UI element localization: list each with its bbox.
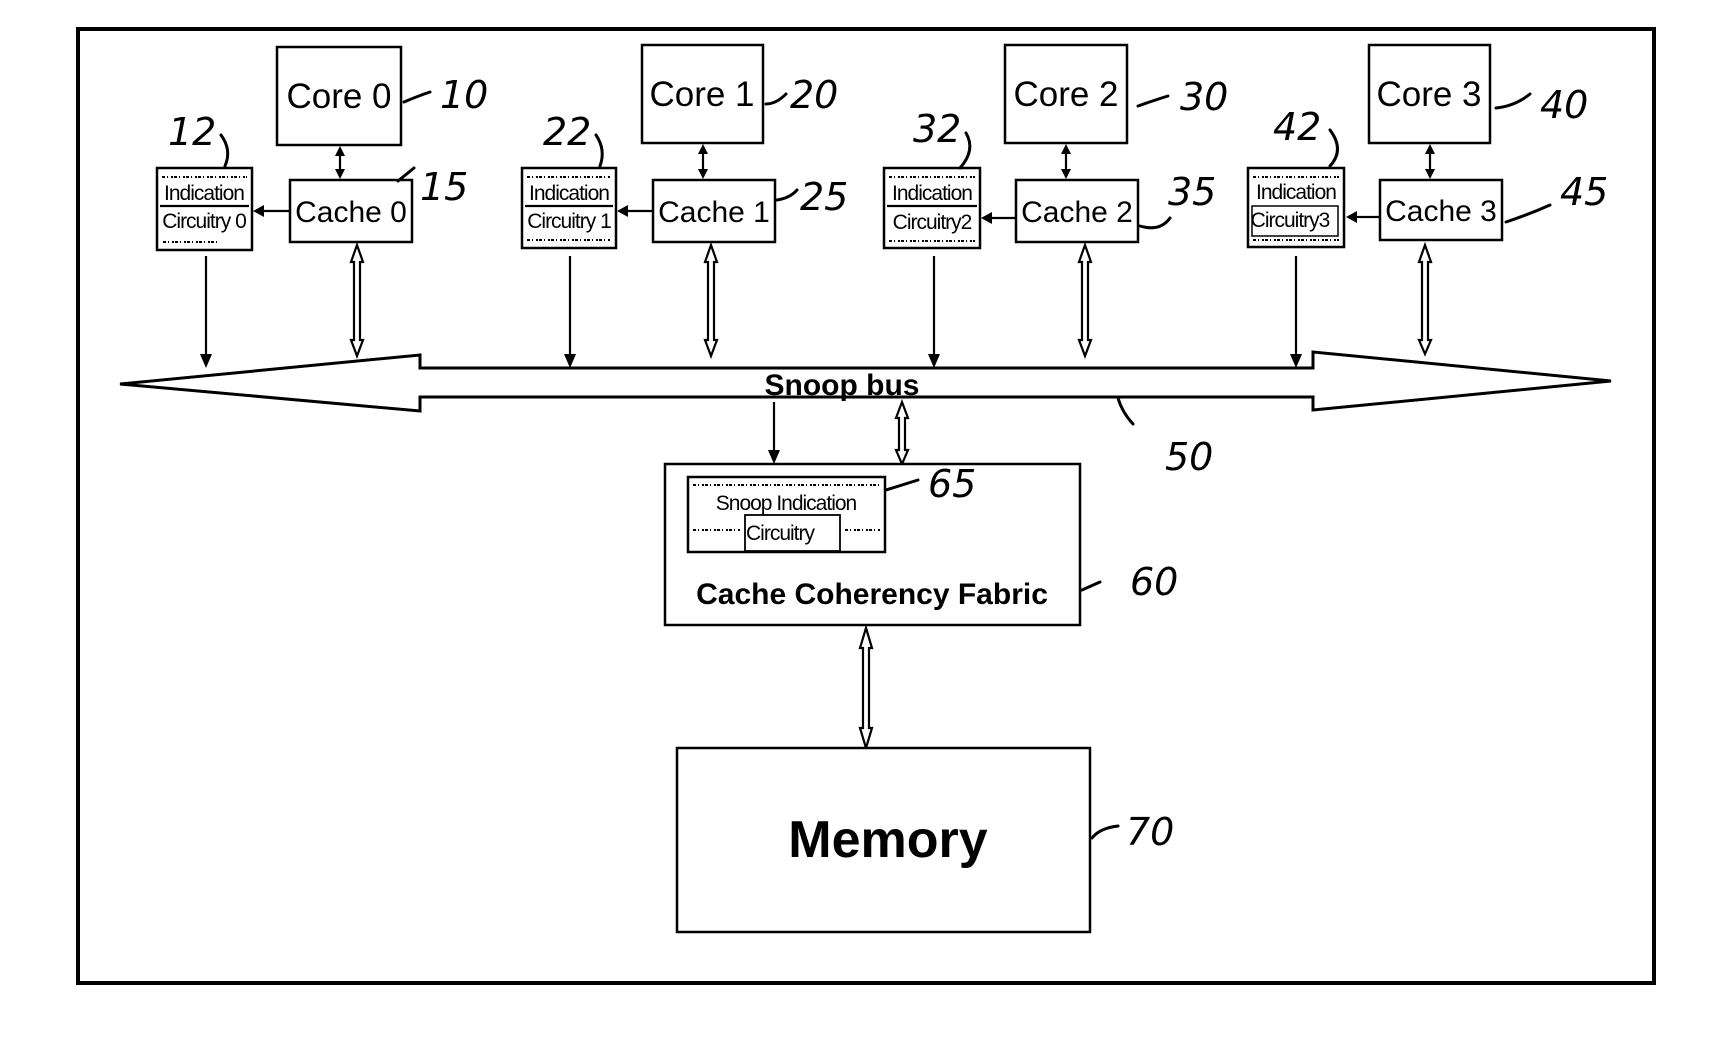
indication-3-line1: Indication <box>1256 181 1336 204</box>
fabric-memory-double-arrow <box>858 624 874 752</box>
indication-1-line1: Indication <box>529 182 609 205</box>
ref-indication-2: 32 <box>913 107 961 151</box>
leader-cache-3 <box>1504 203 1552 224</box>
cache-3-bus-double-arrow <box>1417 241 1433 357</box>
arrowhead-down-icon <box>928 354 940 368</box>
indication-2-line1: Indication <box>892 182 972 205</box>
indication-circuitry-3-box <box>1246 166 1346 249</box>
ref-cache-2: 35 <box>1168 170 1216 214</box>
processor-unit-2: Core 2 Cache 2 Indication Circuitry2 30 … <box>882 43 1228 368</box>
memory-label: Memory <box>788 811 987 869</box>
snoop-indication-line1: Snoop Indication <box>716 492 857 515</box>
fabric-label: Cache Coherency Fabric <box>696 578 1048 611</box>
core-0-label: Core 0 <box>286 77 391 116</box>
ref-core-2: 30 <box>1180 75 1228 119</box>
ref-cache-3: 45 <box>1560 170 1608 214</box>
snoop-bus-label: Snoop bus <box>765 369 920 402</box>
ref-cache-0: 15 <box>420 165 468 209</box>
cache-coherency-diagram: Core 0 Cache 0 Indication Circuitry 0 10… <box>76 27 1656 985</box>
indication-3-line2: Circuitry3 <box>1251 209 1330 232</box>
cache-2-bus-double-arrow <box>1077 241 1093 360</box>
bus-fabric-double-arrow <box>894 398 910 467</box>
ref-memory: 70 <box>1126 810 1174 854</box>
leader-indication-1 <box>594 133 604 168</box>
ref-core-3: 40 <box>1540 83 1588 127</box>
core-1-label: Core 1 <box>649 75 754 114</box>
leader-memory <box>1090 824 1120 840</box>
cache-coherency-fabric: Snoop Indication Circuitry Cache Coheren… <box>663 462 1178 627</box>
leader-core-1 <box>764 92 788 106</box>
ref-core-1: 20 <box>790 73 838 117</box>
core-3-label: Core 3 <box>1376 75 1481 114</box>
cache-2-label: Cache 2 <box>1021 196 1133 229</box>
cache-3-label: Cache 3 <box>1385 195 1497 228</box>
memory: Memory 70 <box>675 746 1174 934</box>
arrowhead-down-icon <box>335 169 345 179</box>
ref-indication-0: 12 <box>168 110 216 154</box>
processor-unit-0: Core 0 Cache 0 Indication Circuitry 0 10… <box>155 45 488 368</box>
arrowhead-down-icon <box>200 354 212 368</box>
ref-core-0: 10 <box>440 73 488 117</box>
leader-fabric <box>1080 580 1102 592</box>
arrowhead-down-icon <box>768 450 780 464</box>
leader-core-3 <box>1494 92 1532 110</box>
indication-circuitry-2-box <box>882 166 982 250</box>
ref-fabric: 60 <box>1130 560 1178 604</box>
leader-core-0 <box>402 90 432 104</box>
indication-0-line1: Indication <box>164 182 244 205</box>
arrowhead-down-icon <box>1290 354 1302 368</box>
arrowhead-left-icon <box>1346 211 1357 223</box>
leader-cache-2 <box>1138 216 1172 230</box>
cache-0-label: Cache 0 <box>295 196 407 229</box>
leader-indication-3 <box>1328 128 1339 168</box>
indication-2-line2: Circuitry2 <box>893 211 972 234</box>
cache-1-bus-double-arrow <box>703 241 719 360</box>
leader-indication-0 <box>219 133 230 168</box>
ref-indication-3: 42 <box>1273 105 1321 149</box>
indication-0-line2: Circuitry 0 <box>162 210 246 233</box>
cache-1-label: Cache 1 <box>658 196 770 229</box>
cache-0-bus-double-arrow <box>349 241 365 360</box>
arrowhead-left-icon <box>253 205 264 217</box>
arrowhead-up-icon <box>1425 144 1435 154</box>
arrowhead-down-icon <box>564 354 576 368</box>
arrowhead-left-icon <box>981 212 992 224</box>
arrowhead-left-icon <box>617 205 628 217</box>
processor-unit-1: Core 1 Cache 1 Indication Circuitry 1 20… <box>520 43 848 368</box>
arrowhead-up-icon <box>698 144 708 154</box>
ref-bus: 50 <box>1165 435 1213 479</box>
core-2-label: Core 2 <box>1013 75 1118 114</box>
indication-1-line2: Circuitry 1 <box>527 210 611 233</box>
indication-circuitry-0-box <box>155 166 254 252</box>
processor-unit-3: Core 3 Cache 3 Indication Circuitry3 40 … <box>1246 43 1608 368</box>
snoop-indication-line2: Circuitry <box>746 522 815 545</box>
leader-cache-1 <box>775 188 799 202</box>
arrowhead-up-icon <box>1061 144 1071 154</box>
arrowhead-down-icon <box>1425 169 1435 179</box>
indication-circuitry-1-box <box>520 166 618 250</box>
arrowhead-down-icon <box>1061 169 1071 179</box>
arrowhead-down-icon <box>698 169 708 179</box>
snoop-bus: Snoop bus 50 <box>119 350 1612 479</box>
leader-core-2 <box>1136 94 1170 108</box>
ref-cache-1: 25 <box>800 175 848 219</box>
leader-indication-2 <box>958 131 972 170</box>
ref-snoop-indication: 65 <box>928 462 976 506</box>
arrowhead-up-icon <box>335 146 345 156</box>
leader-bus <box>1116 396 1135 426</box>
ref-indication-1: 22 <box>543 110 591 154</box>
